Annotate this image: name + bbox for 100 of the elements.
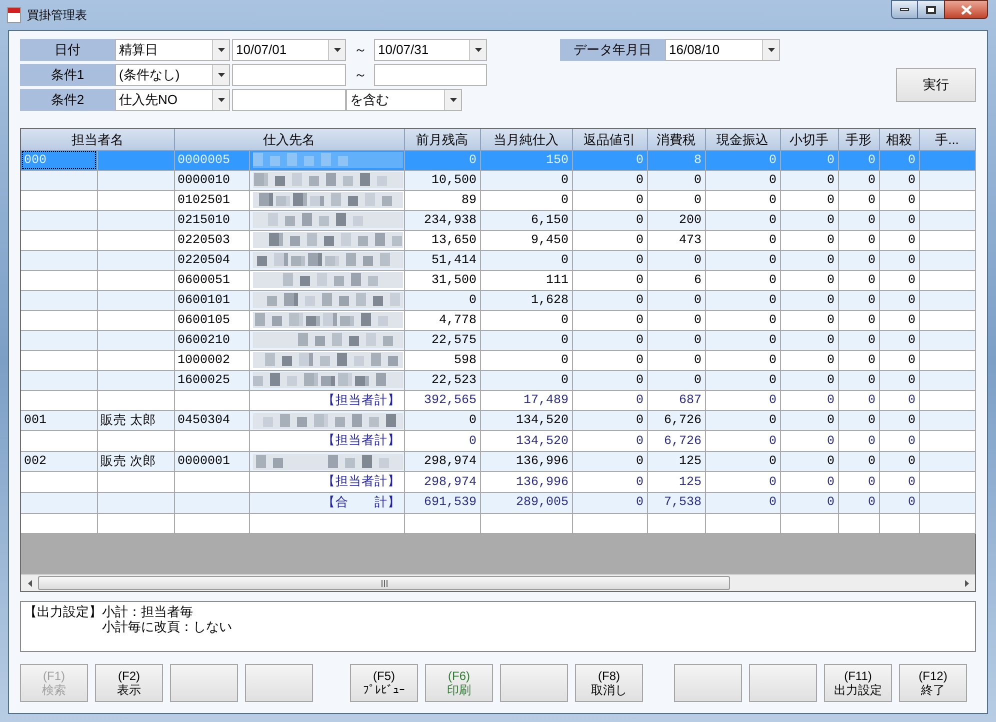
table-cell: 392,565 — [424, 393, 476, 407]
data-date-field[interactable]: 16/08/10 — [665, 39, 780, 61]
table-cell: 0000005 — [178, 152, 230, 167]
column-header[interactable]: 手形 — [838, 129, 879, 150]
table-cell: 0 — [908, 272, 916, 287]
table-cell: 0 — [636, 372, 644, 387]
scroll-right-icon[interactable] — [964, 580, 968, 586]
blank-button[interactable] — [245, 664, 313, 702]
column-header[interactable]: 当月純仕入 — [480, 129, 572, 150]
blank-button[interactable] — [170, 664, 238, 702]
condition-dropdown[interactable]: 仕入先NO — [115, 89, 230, 111]
date-to-field[interactable]: 10/07/31 — [374, 39, 487, 61]
table-cell: 89 — [461, 192, 476, 207]
scroll-left-icon[interactable] — [28, 580, 32, 586]
table-cell: 0 — [826, 352, 834, 367]
table-cell: 0 — [826, 272, 834, 287]
table-cell: 136,996 — [516, 454, 568, 468]
table-cell: 0 — [826, 332, 834, 347]
table-cell: 200 — [678, 212, 702, 227]
blank-button[interactable] — [500, 664, 568, 702]
function-button[interactable]: (F8) 取消し — [575, 664, 643, 702]
table-cell: 0 — [694, 252, 702, 267]
subtotal-label: 【担当者計】 — [322, 392, 400, 406]
column-header[interactable]: 担当者名 — [21, 129, 174, 150]
table-cell: 51,414 — [431, 252, 476, 267]
table-cell: 0 — [768, 292, 776, 307]
table-cell: 0 — [826, 252, 834, 267]
table-cell: 17,489 — [523, 393, 568, 407]
column-header[interactable]: 手... — [919, 129, 975, 150]
table-cell: 販売 太郎 — [100, 413, 156, 428]
table-cell: 0 — [768, 212, 776, 227]
date-basis-dropdown[interactable]: 精算日 — [115, 39, 230, 61]
table-cell: 0 — [868, 474, 876, 488]
table-cell: 0600210 — [178, 332, 230, 347]
table-cell: 0 — [868, 172, 876, 187]
table-cell: 0102501 — [178, 192, 230, 207]
function-button[interactable]: (F11) 出力設定 — [824, 664, 892, 702]
table-cell: 0 — [636, 434, 644, 448]
input-field[interactable] — [374, 64, 487, 86]
table-cell: 0 — [908, 232, 916, 247]
table-cell: 0 — [694, 352, 702, 367]
table-cell: 0 — [694, 192, 702, 207]
scrollbar-thumb[interactable] — [38, 576, 730, 590]
maximize-button[interactable] — [918, 0, 944, 19]
horizontal-scrollbar[interactable] — [21, 574, 975, 591]
function-button[interactable]: (F5) ﾌﾟﾚﾋﾞｭｰ — [350, 664, 418, 702]
table-cell: 0 — [826, 372, 834, 387]
match-dropdown[interactable]: を含む — [346, 89, 462, 111]
table-cell: 0 — [768, 232, 776, 247]
dropdown-arrow-icon — [218, 73, 224, 77]
column-header[interactable]: 小切手 — [780, 129, 838, 150]
column-header[interactable]: 返品値引 — [572, 129, 647, 150]
table-cell: 0 — [868, 413, 876, 428]
table-cell: 298,974 — [424, 474, 476, 488]
table-cell: 134,520 — [516, 434, 568, 448]
range-separator: ～ — [353, 66, 368, 84]
table-cell: 0450304 — [178, 413, 230, 428]
table-cell: 0 — [694, 372, 702, 387]
column-header[interactable]: 相殺 — [879, 129, 919, 150]
table-cell: 0 — [908, 495, 916, 510]
table-cell: 0 — [694, 332, 702, 347]
subtotal-label: 【合 計】 — [322, 494, 400, 509]
table-cell: 234,938 — [424, 212, 476, 227]
table-cell: 31,500 — [431, 272, 476, 287]
table-cell: 0 — [768, 454, 776, 468]
close-button[interactable] — [944, 0, 988, 19]
table-cell: 1600025 — [178, 372, 230, 387]
condition-dropdown[interactable]: (条件なし) — [115, 64, 230, 86]
table-cell: 001 — [24, 413, 47, 428]
table-cell: 0 — [908, 192, 916, 207]
column-header[interactable]: 消費税 — [647, 129, 705, 150]
run-button[interactable]: 実行 — [896, 68, 976, 102]
input-field[interactable] — [232, 64, 346, 86]
input-field[interactable] — [232, 89, 346, 111]
column-header[interactable]: 仕入先名 — [174, 129, 404, 150]
function-button[interactable]: (F2) 表示 — [95, 664, 163, 702]
table-cell: 0 — [636, 352, 644, 367]
table-cell: 0 — [768, 413, 776, 428]
table-cell: 0 — [768, 312, 776, 327]
table-cell: 002 — [24, 454, 47, 468]
table-cell: 0 — [908, 454, 916, 468]
column-header[interactable]: 前月残高 — [404, 129, 480, 150]
column-header[interactable]: 現金振込 — [705, 129, 780, 150]
app-icon — [7, 7, 21, 23]
table-cell: 13,650 — [431, 232, 476, 247]
function-button[interactable]: (F12) 終了 — [899, 664, 967, 702]
table-cell: 0 — [908, 212, 916, 227]
table-cell: 6,726 — [664, 413, 702, 428]
range-separator: ～ — [353, 41, 368, 60]
blank-button[interactable] — [749, 664, 817, 702]
table-cell: 0 — [560, 252, 568, 267]
blank-button[interactable] — [674, 664, 742, 702]
minimize-button[interactable] — [891, 0, 918, 19]
date-from-field[interactable]: 10/07/01 — [232, 39, 346, 61]
dropdown-arrow-icon — [768, 48, 774, 52]
table-cell: 10,500 — [431, 172, 476, 187]
table-cell: 22,575 — [431, 332, 476, 347]
table-cell: 0 — [768, 332, 776, 347]
function-button[interactable]: (F6) 印刷 — [425, 664, 493, 702]
table-cell: 0 — [868, 454, 876, 468]
